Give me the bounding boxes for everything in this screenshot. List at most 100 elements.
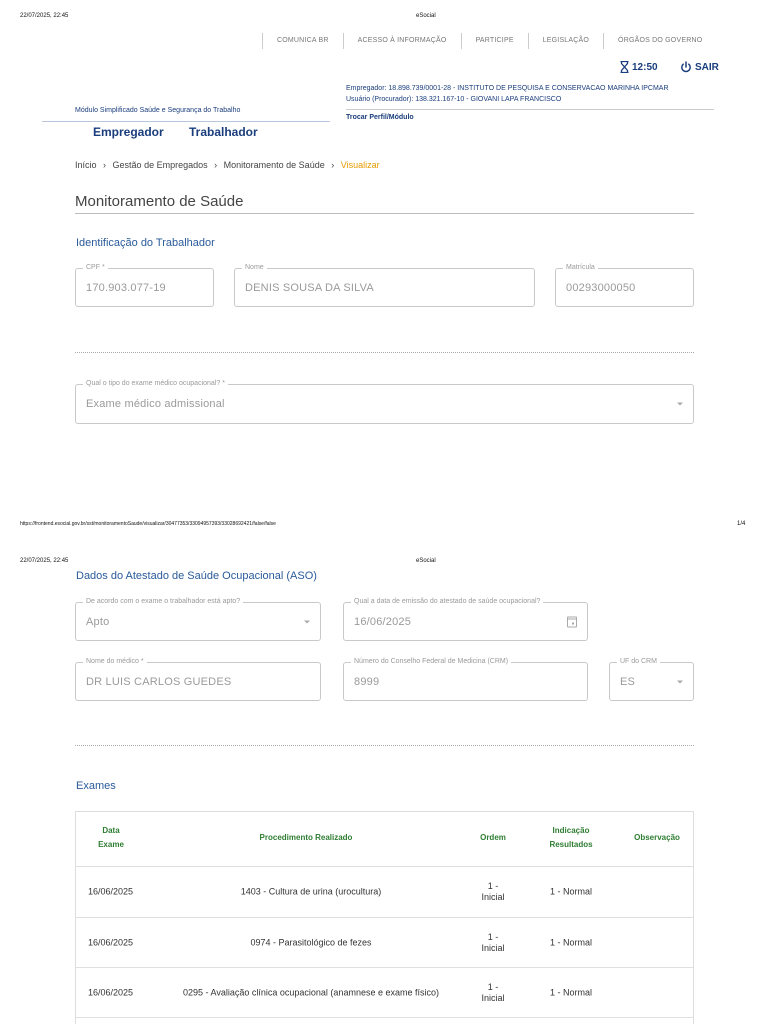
cell-ordem-line2: Inicial (481, 993, 505, 1003)
cell-indicacao: 1 - Normal (549, 987, 592, 998)
print-datetime: 22/07/2025, 22:45 (20, 558, 69, 564)
chevron-down-icon (677, 680, 683, 683)
nome-value: DENIS SOUSA DA SILVA (245, 281, 374, 294)
divider (346, 109, 714, 110)
doctor-name-field[interactable]: Nome do médico * DR LUIS CARLOS GUEDES (75, 658, 321, 701)
aso-date-label: Qual a data de emissão do atestado de sa… (351, 598, 544, 605)
uf-crm-label: UF do CRM (617, 658, 660, 665)
cell-procedimento: 1403 - Cultura de urina (urocultura) (240, 886, 382, 897)
chevron-down-icon (304, 620, 310, 623)
exam-type-value: Exame médico admissional (86, 398, 225, 410)
employer-line: Empregador: 18.898.739/0001-28 - INSTITU… (346, 85, 669, 92)
power-icon (681, 61, 691, 73)
cell-ordem: 1 - Inicial (466, 932, 520, 954)
aso-date-value: 16/06/2025 (354, 615, 412, 628)
print-title: eSocial (416, 558, 436, 564)
apto-select[interactable]: De acordo com o exame o trabalhador está… (75, 598, 321, 641)
col-header-data-line1: Data (102, 826, 120, 835)
print-page-number: 1/4 (737, 521, 746, 527)
session-timer: 12:50 (620, 61, 658, 73)
cell-data: 16/06/2025 (88, 987, 134, 998)
cell-data: 16/06/2025 (88, 886, 134, 897)
top-nav: COMUNICA BR ACESSO À INFORMAÇÃO PARTICIP… (262, 30, 716, 52)
divider (42, 121, 330, 122)
cell-indicacao: 1 - Normal (549, 886, 592, 897)
nav-participe[interactable]: PARTICIPE (460, 33, 528, 49)
tab-empregador[interactable]: Empregador (93, 125, 164, 139)
breadcrumb-current: Visualizar (340, 160, 380, 170)
col-header-data: Data Exame (76, 824, 146, 852)
switch-profile-link[interactable]: Trocar Perfil/Módulo (346, 114, 414, 121)
breadcrumb-inicio[interactable]: Início (75, 160, 97, 170)
nav-legislacao[interactable]: LEGISLAÇÃO (527, 33, 603, 49)
aso-section-title: Dados do Atestado de Saúde Ocupacional (… (76, 570, 317, 582)
cell-indicacao: 1 - Normal (549, 937, 592, 948)
print-datetime: 22/07/2025, 22:45 (20, 13, 69, 19)
nav-orgaos-governo[interactable]: ÓRGÃOS DO GOVERNO (603, 33, 716, 49)
cell-ordem-line2: Inicial (481, 892, 505, 902)
chevron-down-icon (677, 402, 683, 406)
cell-ordem-line1: 1 - (487, 881, 499, 891)
cell-ordem: 1 - Inicial (466, 881, 520, 903)
cell-ordem-line1: 1 - (487, 982, 499, 992)
breadcrumb-monitoramento[interactable]: Monitoramento de Saúde (224, 160, 325, 170)
cell-ordem-line1: 1 - (487, 932, 499, 942)
cell-ordem-line2: Inicial (481, 943, 505, 953)
session-time: 12:50 (632, 61, 658, 73)
cell-ordem: 1 - Inicial (466, 982, 520, 1004)
divider (75, 213, 694, 214)
breadcrumb-separator: › (331, 160, 335, 170)
exams-table: Data Exame Procedimento Realizado Ordem … (75, 811, 694, 1024)
nav-comunica-br[interactable]: COMUNICA BR (262, 33, 343, 49)
col-header-procedimento: Procedimento Realizado (259, 833, 353, 842)
nav-acesso-informacao[interactable]: ACESSO À INFORMAÇÃO (342, 33, 461, 49)
exams-section-title: Exames (76, 780, 116, 792)
cell-procedimento: 0974 - Parasitológico de fezes (250, 937, 372, 948)
print-url: https://frontend.esocial.gov.br/sst/moni… (20, 521, 276, 527)
matricula-label: Matrícula (563, 264, 598, 271)
apto-value: Apto (86, 615, 110, 628)
breadcrumb-gestao[interactable]: Gestão de Empregados (113, 160, 208, 170)
employer-info: Empregador: 18.898.739/0001-28 - INSTITU… (346, 83, 669, 105)
apto-label: De acordo com o exame o trabalhador está… (83, 598, 244, 605)
breadcrumb: Início › Gestão de Empregados › Monitora… (75, 160, 380, 170)
page-title: Monitoramento de Saúde (75, 193, 244, 210)
col-header-indicacao-line1: Indicação (552, 826, 590, 835)
cell-procedimento: 0295 - Avaliação clínica ocupacional (an… (183, 987, 439, 998)
table-row: 16/06/2025 1403 - Cultura de urina (uroc… (76, 866, 693, 917)
breadcrumb-separator: › (103, 160, 107, 170)
tab-trabalhador[interactable]: Trabalhador (189, 125, 258, 139)
logout-label: SAIR (695, 61, 719, 73)
cpf-value: 170.903.077-19 (86, 281, 166, 294)
module-name: Módulo Simplificado Saúde e Segurança do… (75, 107, 241, 114)
col-header-indicacao: Indicação Resultados (536, 824, 606, 852)
crm-field[interactable]: Número do Conselho Federal de Medicina (… (343, 658, 588, 701)
col-header-ordem: Ordem (480, 833, 506, 842)
worker-section-title: Identificação do Trabalhador (76, 237, 215, 249)
logout-button[interactable]: SAIR (680, 61, 719, 73)
aso-date-field[interactable]: Qual a data de emissão do atestado de sa… (343, 598, 588, 641)
uf-crm-value: ES (620, 675, 636, 688)
cpf-label: CPF * (83, 264, 108, 271)
section-divider (75, 745, 694, 746)
matricula-value: 00293000050 (566, 281, 636, 294)
exam-type-select[interactable]: Qual o tipo do exame médico ocupacional?… (75, 380, 694, 424)
section-divider (75, 352, 694, 353)
nome-field[interactable]: Nome DENIS SOUSA DA SILVA (234, 264, 535, 307)
calendar-icon[interactable] (567, 616, 577, 627)
uf-crm-select[interactable]: UF do CRM ES (609, 658, 694, 701)
nome-label: Nome (242, 264, 267, 271)
matricula-field[interactable]: Matrícula 00293000050 (555, 264, 694, 307)
breadcrumb-separator: › (214, 160, 218, 170)
table-row: 16/06/2025 0974 - Parasitológico de feze… (76, 917, 693, 968)
doctor-name-label: Nome do médico * (83, 658, 147, 665)
col-header-indicacao-line2: Resultados (549, 840, 593, 849)
user-line: Usuário (Procurador): 138.321.167-10 - G… (346, 96, 562, 103)
col-header-data-line2: Exame (98, 840, 124, 849)
exam-type-label: Qual o tipo do exame médico ocupacional?… (83, 380, 228, 387)
doctor-name-value: DR LUIS CARLOS GUEDES (86, 675, 232, 688)
print-title: eSocial (416, 13, 436, 19)
cpf-field[interactable]: CPF * 170.903.077-19 (75, 264, 214, 307)
table-row (76, 1017, 693, 1024)
table-row: 16/06/2025 0295 - Avaliação clínica ocup… (76, 967, 693, 1018)
